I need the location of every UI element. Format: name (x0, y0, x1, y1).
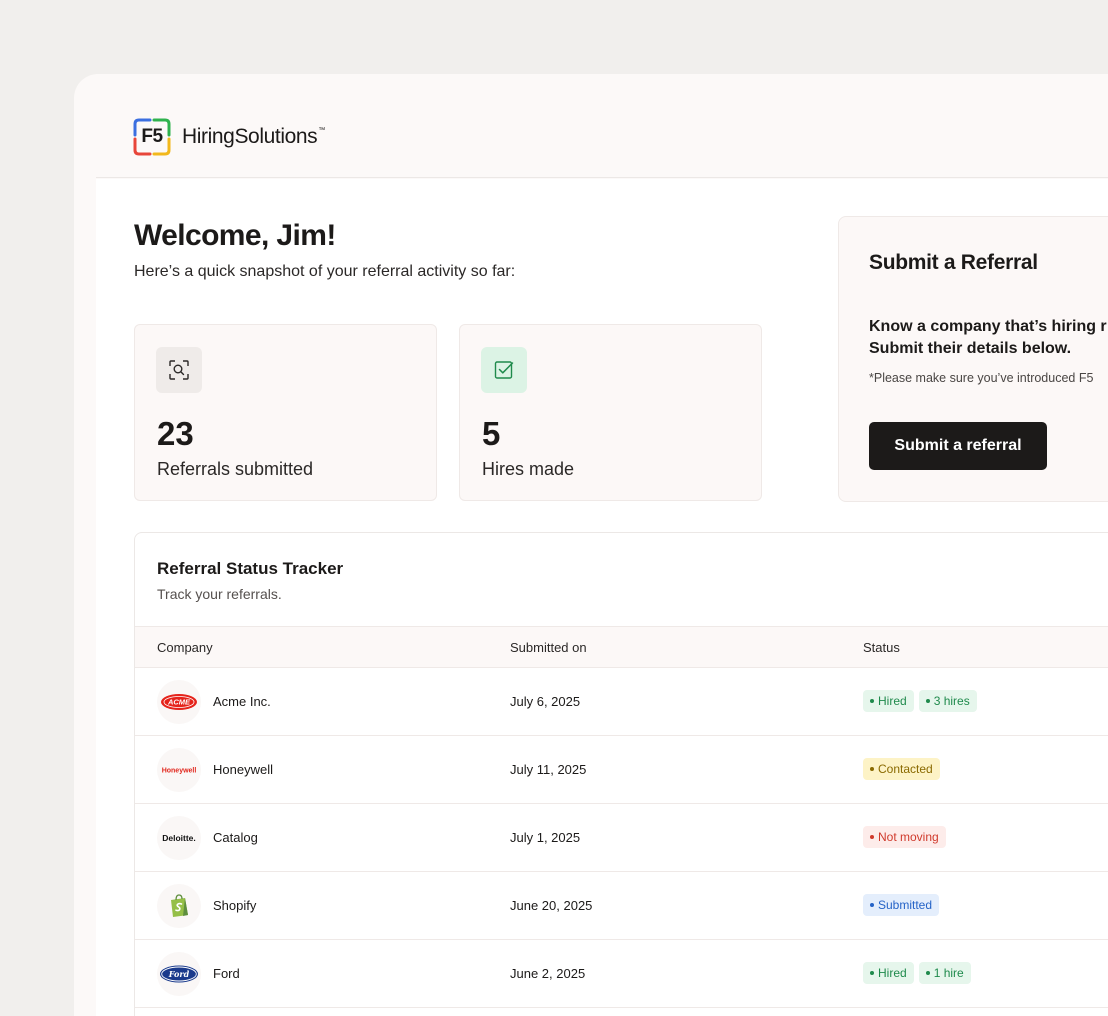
referral-card-body: Know a company that’s hiring r Submit th… (869, 316, 1107, 360)
status-cell: Submitted (863, 894, 940, 916)
honeywell-logo-text: Honeywell (162, 768, 197, 775)
table-row[interactable]: Deloitte. Catalog July 1, 2025 Not movin… (135, 804, 1108, 872)
acme-logo-text: ACME (167, 698, 191, 707)
trademark-symbol: ™ (318, 127, 325, 134)
submitted-date: June 20, 2025 (510, 898, 593, 913)
submitted-date: July 6, 2025 (510, 694, 581, 709)
submitted-date: July 1, 2025 (510, 830, 581, 845)
app-window: F5 HiringSolutions™ Welcome, Jim! Here’s… (74, 74, 1108, 1016)
hires-count: 5 (482, 415, 501, 452)
main-content: Welcome, Jim! Here’s a quick snapshot of… (96, 179, 1108, 1016)
table-row[interactable]: Ford Ford June 2, 2025 Hired 1 hire (135, 940, 1108, 1008)
status-badge: Submitted (863, 894, 940, 916)
referral-status-tracker: Referral Status Tracker Track your refer… (134, 532, 1108, 1016)
f5-logo-mark: F5 (133, 118, 171, 156)
table-row[interactable]: Shopify June 20, 2025 Submitted (135, 872, 1108, 940)
top-header: F5 HiringSolutions™ (96, 74, 1108, 178)
company-name: Acme Inc. (213, 694, 271, 709)
table-header: Company Submitted on Status (135, 626, 1108, 668)
acme-logo: ACME (157, 680, 201, 724)
hires-label: Hires made (482, 459, 575, 479)
company-name: Ford (213, 966, 240, 981)
stat-card-hires: 5 Hires made (459, 324, 762, 501)
logo-mark-text: F5 (141, 126, 163, 147)
status-cell: Not moving (863, 826, 946, 848)
status-badge: Not moving (863, 826, 946, 848)
status-cell: Hired 1 hire (863, 962, 971, 984)
submitted-date: June 2, 2025 (510, 966, 586, 981)
status-cell: Hired 3 hires (863, 690, 977, 712)
submit-referral-card: Submit a Referral Know a company that’s … (838, 216, 1108, 502)
table-row[interactable]: Honeywell Honeywell July 11, 2025 Contac… (135, 736, 1108, 804)
column-header-company[interactable]: Company (157, 640, 213, 655)
referral-card-title: Submit a Referral (869, 251, 1038, 274)
table-row[interactable]: ACME Acme Inc. July 6, 2025 Hired 3 hire… (135, 668, 1108, 736)
referral-body-line1: Know a company that’s hiring r (869, 318, 1107, 335)
referrals-label: Referrals submitted (157, 459, 314, 479)
referral-body-line2: Submit their details below. (869, 340, 1072, 357)
referral-card-note: *Please make sure you’ve introduced F5 (869, 371, 1094, 385)
search-scan-icon (156, 347, 202, 393)
shopify-bag-icon (157, 884, 201, 928)
submitted-date: July 11, 2025 (510, 762, 587, 777)
hires-badge: 1 hire (918, 962, 971, 984)
ford-logo: Ford (157, 952, 201, 996)
submit-referral-button[interactable]: Submit a referral (869, 422, 1047, 470)
status-badge: Hired (863, 690, 914, 712)
outer-frame: F5 HiringSolutions™ Welcome, Jim! Here’s… (0, 0, 1108, 1016)
ford-logo-text: Ford (168, 969, 190, 979)
company-name: Honeywell (213, 762, 273, 777)
deloitte-logo-text: Deloitte. (162, 833, 196, 843)
deloitte-logo: Deloitte. (157, 816, 201, 860)
brand-logo[interactable]: F5 HiringSolutions™ (133, 118, 325, 156)
status-badge: Hired (863, 962, 914, 984)
brand-name-text: HiringSolutions (182, 125, 318, 148)
page-title: Welcome, Jim! (134, 219, 336, 252)
tracker-subtitle: Track your referrals. (157, 586, 282, 602)
tracker-title: Referral Status Tracker (157, 559, 344, 578)
column-header-status[interactable]: Status (863, 640, 900, 655)
company-name: Catalog (213, 830, 258, 845)
honeywell-logo: Honeywell (157, 748, 201, 792)
page-subtitle: Here’s a quick snapshot of your referral… (134, 263, 516, 280)
check-square-icon (481, 347, 527, 393)
referrals-count: 23 (157, 415, 194, 452)
hires-badge: 3 hires (918, 690, 977, 712)
column-header-submitted[interactable]: Submitted on (510, 640, 587, 655)
status-cell: Contacted (863, 758, 940, 780)
stat-card-referrals: 23 Referrals submitted (134, 324, 437, 501)
status-badge: Contacted (863, 758, 940, 780)
company-name: Shopify (213, 898, 257, 913)
brand-name: HiringSolutions™ (182, 125, 325, 149)
